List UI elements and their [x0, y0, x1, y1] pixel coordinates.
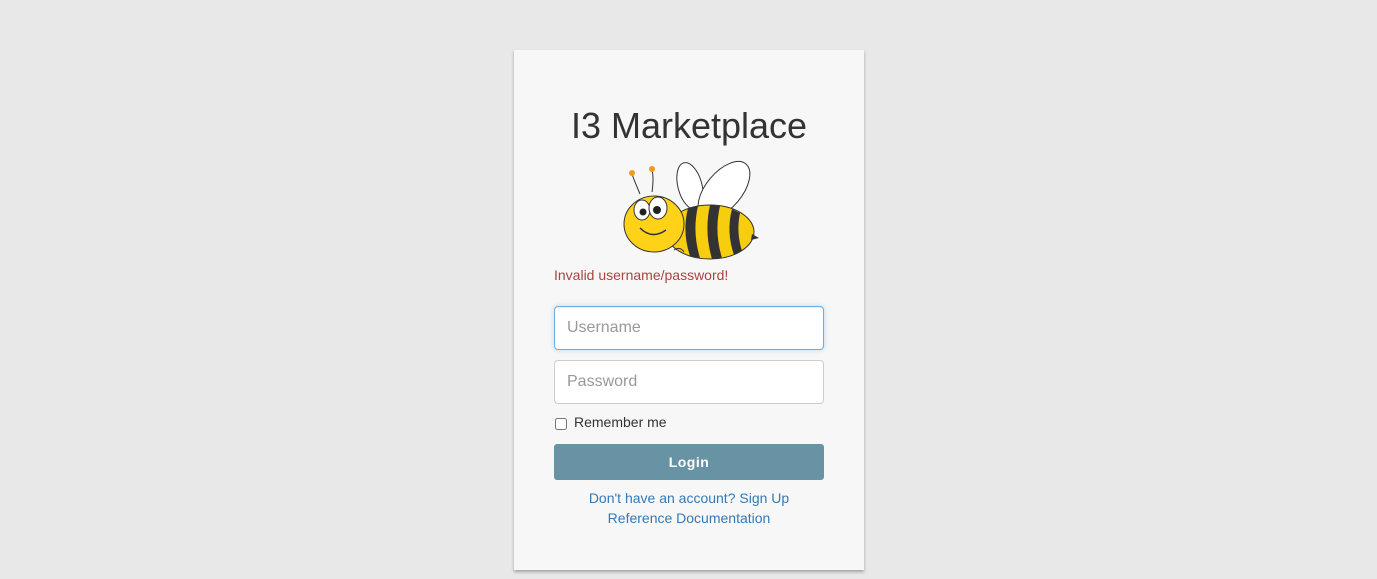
username-input[interactable]: [554, 306, 824, 350]
password-input[interactable]: [554, 360, 824, 404]
remember-me-checkbox[interactable]: [555, 418, 567, 430]
signup-link[interactable]: Don't have an account? Sign Up: [514, 488, 864, 508]
error-message: Invalid username/password!: [554, 267, 729, 283]
bee-logo-icon: [623, 161, 759, 260]
login-button[interactable]: Login: [554, 444, 824, 480]
reference-docs-link[interactable]: Reference Documentation: [514, 508, 864, 528]
footer-links: Don't have an account? Sign Up Reference…: [514, 488, 864, 528]
login-card: I3 Marketplace Invalid username/password…: [514, 50, 864, 570]
page-title: I3 Marketplace: [570, 105, 808, 146]
remember-me-label: Remember me: [574, 414, 667, 430]
remember-me[interactable]: Remember me: [554, 414, 667, 430]
